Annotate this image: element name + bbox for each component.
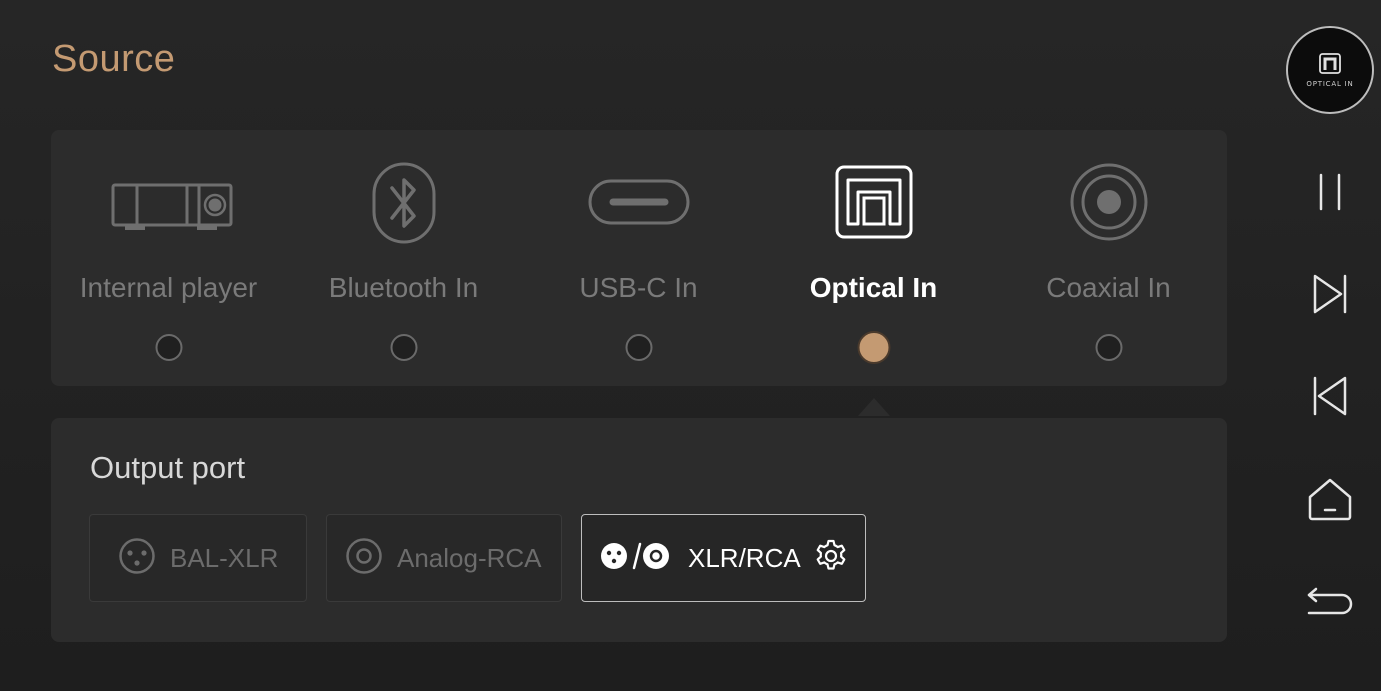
side-control-bar: OPTICAL IN [1280,0,1381,691]
output-port-bal-xlr-button[interactable]: BAL-XLR [89,514,307,602]
source-option-label: USB-C In [579,272,698,303]
source-radio-usb-c-in[interactable] [625,334,652,361]
page-title: Source [52,38,176,80]
source-option-internal-player[interactable]: Internal player [51,130,286,386]
optical-icon [804,160,944,246]
usb-c-icon [569,160,709,246]
skip-next-icon [1313,274,1347,314]
home-button[interactable] [1304,474,1356,526]
output-port-label: Analog-RCA [397,542,542,573]
pause-icon [1319,173,1341,211]
skip-previous-icon [1313,376,1347,416]
bluetooth-icon [334,160,474,246]
source-option-label: Coaxial In [1046,272,1171,303]
source-selector: Internal player Bluetooth In USB-C In Op… [51,130,1227,386]
output-port-label: BAL-XLR [170,542,279,573]
back-button[interactable] [1304,576,1356,628]
source-option-optical-in[interactable]: Optical In [756,130,991,386]
source-option-bluetooth-in[interactable]: Bluetooth In [286,130,521,386]
current-source-badge-text: OPTICAL IN [1306,80,1354,88]
pause-button[interactable] [1304,166,1356,218]
current-source-badge[interactable]: OPTICAL IN [1286,26,1374,114]
skip-next-button[interactable] [1304,268,1356,320]
internal-player-icon [99,160,239,246]
coaxial-icon [1039,160,1179,246]
back-icon [1307,587,1353,615]
home-icon [1308,478,1352,521]
skip-previous-button[interactable] [1304,370,1356,422]
source-option-label: Bluetooth In [328,272,479,303]
output-port-label: XLR/RCA [688,542,801,573]
source-radio-optical-in[interactable] [857,331,890,364]
output-port-panel: Output port BAL-XLR Analog-RCA XLR/RCA [51,418,1227,642]
selection-pointer [858,398,890,416]
source-option-coaxial-in[interactable]: Coaxial In [991,130,1226,386]
output-port-analog-rca-button[interactable]: Analog-RCA [326,514,562,602]
source-option-label: Optical In [809,272,938,303]
output-port-xlr-rca-button[interactable]: XLR/RCA [581,514,866,602]
rca-icon [345,537,383,580]
gear-icon[interactable] [813,538,849,579]
source-radio-bluetooth-in[interactable] [390,334,417,361]
source-radio-coaxial-in[interactable] [1095,334,1122,361]
xlr-rca-icon [600,538,670,579]
source-option-label: Internal player [79,272,258,303]
source-radio-internal-player[interactable] [155,334,182,361]
xlr-icon [118,537,156,580]
optical-icon [1319,53,1341,74]
output-port-title: Output port [90,450,246,485]
source-option-usb-c-in[interactable]: USB-C In [521,130,756,386]
